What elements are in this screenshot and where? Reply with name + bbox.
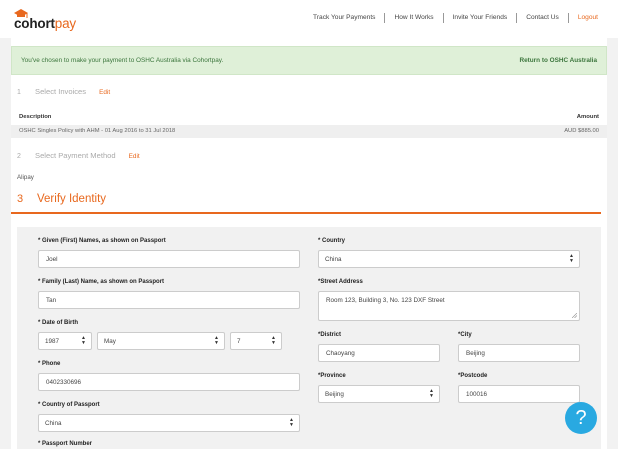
street-address-textarea[interactable]: Room 123, Building 3, No. 123 DXF Street — [318, 291, 580, 321]
nav-track-payments[interactable]: Track Your Payments — [304, 13, 384, 23]
select-arrows-icon: ▲ ▼ — [271, 335, 276, 346]
dob-year-select[interactable]: 1987 ▲ ▼ — [38, 332, 92, 350]
given-name-input[interactable]: Joel — [38, 250, 300, 268]
step-verify-identity: 3 Verify Identity — [17, 193, 106, 205]
select-arrows-icon: ▲ ▼ — [569, 253, 574, 264]
dob-label: * Date of Birth — [38, 320, 79, 326]
step-divider — [11, 212, 601, 214]
help-button[interactable]: ? — [565, 402, 597, 434]
identity-form: * Given (First) Names, as shown on Passp… — [17, 227, 601, 449]
main-nav: Track Your Payments How It Works Invite … — [304, 13, 598, 23]
city-input[interactable]: Beijing — [458, 344, 580, 362]
invoice-amount: AUD $885.00 — [564, 128, 599, 134]
invoice-table-header: Description Amount — [19, 114, 599, 120]
table-row: OSHC Singles Policy with AHM - 01 Aug 20… — [11, 125, 607, 138]
page: cohortpay Track Your Payments How It Wor… — [0, 0, 618, 449]
return-link[interactable]: Return to OSHC Australia — [519, 57, 597, 64]
step-title: Select Payment Method — [35, 151, 116, 160]
country-label: * Country — [318, 238, 345, 244]
street-address-label: *Street Address — [318, 279, 363, 285]
nav-invite-friends[interactable]: Invite Your Friends — [442, 13, 517, 23]
select-arrows-icon: ▲ ▼ — [214, 335, 219, 346]
column-amount: Amount — [576, 114, 599, 120]
selected-payment-method: Alipay — [17, 174, 34, 181]
invoice-description: OSHC Singles Policy with AHM - 01 Aug 20… — [19, 128, 176, 134]
question-mark-icon: ? — [575, 407, 587, 429]
select-arrows-icon: ▲ ▼ — [289, 417, 294, 428]
logo-wordmark: cohortpay — [14, 16, 76, 31]
step-select-payment-method: 2 Select Payment Method Edit — [17, 151, 140, 160]
main-content: You've chosen to make your payment to OS… — [11, 38, 607, 449]
district-input[interactable]: Chaoyang — [318, 344, 440, 362]
nav-logout[interactable]: Logout — [567, 13, 598, 23]
postcode-label: *Postcode — [458, 373, 488, 379]
column-description: Description — [19, 114, 52, 120]
province-select[interactable]: Beijing ▲ ▼ — [318, 385, 440, 403]
step-select-invoices: 1 Select Invoices Edit — [17, 87, 110, 96]
phone-label: * Phone — [38, 361, 61, 367]
nav-contact-us[interactable]: Contact Us — [516, 13, 568, 23]
select-arrows-icon: ▲ ▼ — [81, 335, 86, 346]
passport-country-label: * Country of Passport — [38, 402, 100, 408]
passport-country-select[interactable]: China ▲ ▼ — [38, 414, 300, 432]
nav-how-it-works[interactable]: How It Works — [384, 13, 442, 23]
family-name-input[interactable]: Tan — [38, 291, 300, 309]
success-banner: You've chosen to make your payment to OS… — [11, 46, 607, 75]
resize-grip-icon[interactable] — [572, 313, 577, 318]
dob-month-select[interactable]: May ▲ ▼ — [97, 332, 225, 350]
district-label: *District — [318, 332, 342, 338]
top-header: cohortpay Track Your Payments How It Wor… — [0, 0, 618, 38]
step-title: Select Invoices — [35, 87, 87, 96]
country-select[interactable]: China ▲ ▼ — [318, 250, 580, 268]
postcode-input[interactable]: 100016 — [458, 385, 580, 403]
select-arrows-icon: ▲ ▼ — [429, 388, 434, 399]
city-label: *City — [458, 332, 472, 338]
edit-payment-method-link[interactable]: Edit — [129, 153, 140, 160]
step-number: 3 — [17, 193, 24, 205]
banner-message: You've chosen to make your payment to OS… — [21, 57, 224, 64]
province-label: *Province — [318, 373, 346, 379]
given-name-label: * Given (First) Names, as shown on Passp… — [38, 238, 166, 244]
edit-invoices-link[interactable]: Edit — [99, 89, 110, 96]
dob-day-select[interactable]: 7 ▲ ▼ — [230, 332, 282, 350]
family-name-label: * Family (Last) Name, as shown on Passpo… — [38, 279, 165, 285]
cohortpay-logo[interactable]: cohortpay — [12, 8, 92, 34]
phone-input[interactable]: 0402330696 — [38, 373, 300, 391]
passport-number-label: * Passport Number — [38, 441, 93, 447]
step-title: Verify Identity — [37, 193, 107, 205]
step-number: 2 — [17, 153, 21, 160]
step-number: 1 — [17, 89, 21, 96]
